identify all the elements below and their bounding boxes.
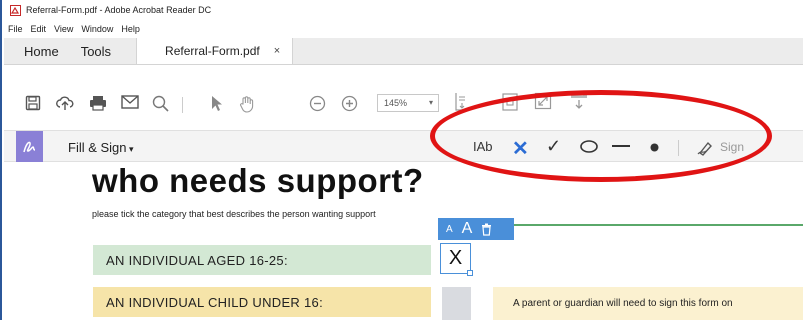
fill-sign-menu[interactable]: Fill & Sign ▾ bbox=[68, 140, 134, 155]
increase-size-button[interactable]: A bbox=[462, 220, 473, 238]
upload-cloud-icon[interactable] bbox=[56, 95, 74, 111]
line-tool-icon[interactable] bbox=[612, 145, 630, 148]
divider bbox=[182, 97, 184, 113]
zoom-select[interactable]: 145% ▾ bbox=[377, 94, 439, 112]
menu-window[interactable]: Window bbox=[81, 24, 113, 34]
chevron-down-icon: ▾ bbox=[428, 98, 433, 107]
divider-line bbox=[492, 224, 803, 226]
category-row-under-16: AN INDIVIDUAL CHILD UNDER 16: bbox=[93, 287, 431, 317]
zoom-in-icon[interactable] bbox=[341, 95, 358, 112]
zoom-out-icon[interactable] bbox=[309, 95, 326, 112]
fill-sign-badge bbox=[16, 131, 43, 163]
circle-tool-icon[interactable] bbox=[580, 140, 598, 153]
scroll-mode-icon[interactable] bbox=[569, 90, 589, 110]
guardian-note: A parent or guardian will need to sign t… bbox=[493, 287, 803, 320]
menu-edit[interactable]: Edit bbox=[31, 24, 47, 34]
email-icon[interactable] bbox=[121, 95, 139, 109]
category-row-16-25: AN INDIVIDUAL AGED 16-25: bbox=[93, 245, 431, 275]
annotation-mini-toolbar: A A bbox=[438, 218, 514, 240]
close-tab-icon[interactable]: × bbox=[274, 45, 280, 57]
trash-icon[interactable] bbox=[481, 223, 492, 236]
main-toolbar: 145% ▾ bbox=[4, 66, 803, 122]
acrobat-window: Referral-Form.pdf - Adobe Acrobat Reader… bbox=[0, 0, 803, 320]
checkmark-tool-icon[interactable]: ✓ bbox=[546, 136, 561, 157]
rotate-page-icon[interactable] bbox=[501, 92, 519, 112]
select-cursor-icon[interactable] bbox=[210, 95, 224, 112]
checkbox-16-25[interactable]: X bbox=[440, 243, 473, 276]
window-title: Referral-Form.pdf - Adobe Acrobat Reader… bbox=[26, 5, 212, 15]
save-icon[interactable] bbox=[25, 95, 41, 111]
fill-sign-label: Fill & Sign bbox=[68, 140, 127, 155]
decrease-size-button[interactable]: A bbox=[446, 224, 453, 235]
chevron-down-icon: ▾ bbox=[126, 144, 134, 154]
signature-pen-icon bbox=[22, 141, 35, 153]
full-screen-icon[interactable] bbox=[534, 92, 552, 110]
title-bar: Referral-Form.pdf - Adobe Acrobat Reader… bbox=[4, 0, 803, 20]
tab-document[interactable]: Referral-Form.pdf × bbox=[136, 38, 294, 64]
print-icon[interactable] bbox=[89, 95, 107, 111]
dot-tool-icon[interactable] bbox=[650, 143, 659, 152]
add-text-label: IAb bbox=[473, 139, 493, 154]
divider bbox=[678, 140, 680, 156]
tab-tools[interactable]: Tools bbox=[70, 38, 122, 64]
search-icon[interactable] bbox=[152, 95, 169, 112]
tab-bar: Home Tools Referral-Form.pdf × bbox=[4, 38, 803, 65]
sign-pen-icon bbox=[697, 141, 712, 156]
zoom-value: 145% bbox=[384, 98, 408, 108]
cross-mark: X bbox=[448, 247, 463, 269]
cross-mark-tool-icon[interactable]: ✕ bbox=[512, 136, 529, 161]
fit-page-icon[interactable] bbox=[452, 90, 472, 112]
document-instruction: please tick the category that best descr… bbox=[92, 209, 376, 219]
tab-document-label: Referral-Form.pdf bbox=[165, 44, 260, 58]
tab-home[interactable]: Home bbox=[4, 38, 70, 64]
sign-label: Sign bbox=[720, 140, 745, 154]
fill-sign-bar: Fill & Sign ▾ IAb ✕ ✓ Sign bbox=[4, 130, 803, 163]
menu-bar: File Edit View Window Help bbox=[4, 20, 803, 37]
menu-file[interactable]: File bbox=[8, 24, 23, 34]
add-text-tool[interactable]: IAb bbox=[473, 139, 493, 154]
menu-view[interactable]: View bbox=[54, 24, 73, 34]
sign-button[interactable]: Sign bbox=[697, 138, 744, 156]
document-page: who needs support? please tick the categ… bbox=[4, 162, 803, 320]
resize-handle[interactable] bbox=[467, 270, 473, 276]
acrobat-logo-icon bbox=[10, 4, 21, 16]
hand-tool-icon[interactable] bbox=[238, 95, 256, 113]
document-heading: who needs support? bbox=[92, 162, 424, 199]
checkbox-under-16[interactable] bbox=[442, 287, 471, 320]
menu-help[interactable]: Help bbox=[121, 24, 140, 34]
